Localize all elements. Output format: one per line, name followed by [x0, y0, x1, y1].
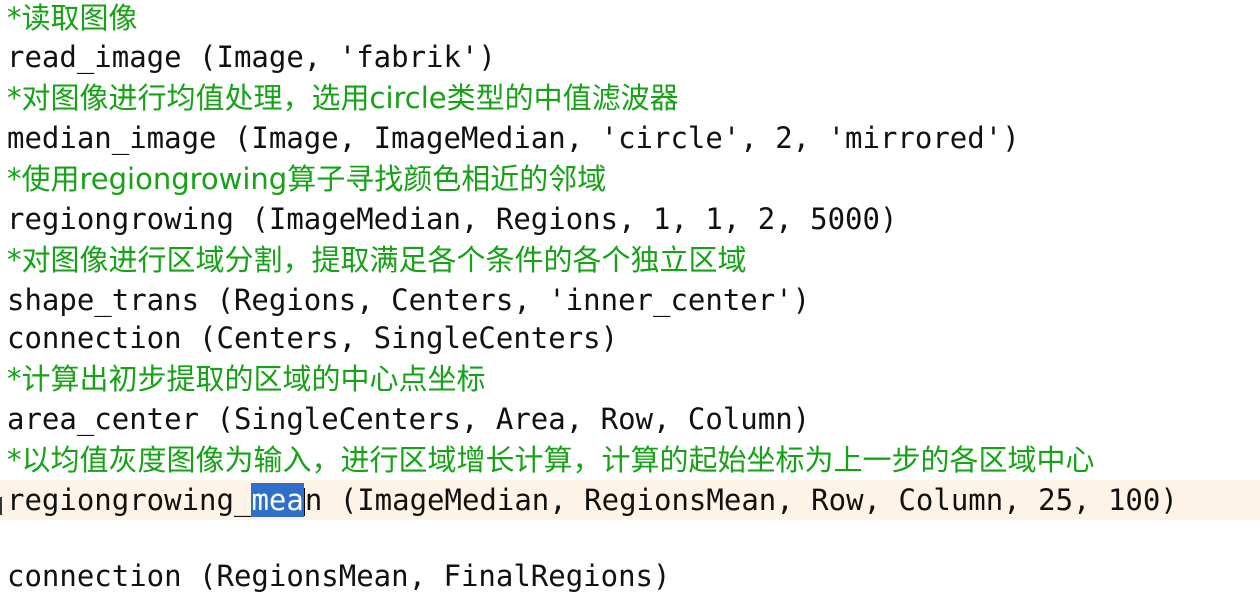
code-line[interactable]: area_center (SingleCenters, Area, Row, C… — [0, 399, 1260, 439]
code-line[interactable]: connection (RegionsMean, FinalRegions) — [0, 556, 1260, 596]
code-editor[interactable]: *读取图像 read_image (Image, 'fabrik') *对图像进… — [0, 0, 1260, 596]
current-code-line[interactable]: regiongrowing_mean (ImageMedian, Regions… — [0, 480, 1260, 520]
code-line[interactable]: regiongrowing (ImageMedian, Regions, 1, … — [0, 199, 1260, 239]
line-marker — [0, 497, 2, 515]
code-line-comment[interactable]: *计算出初步提取的区域的中心点坐标 — [0, 359, 1260, 399]
code-line-comment[interactable]: *对图像进行均值处理，选用circle类型的中值滤波器 — [0, 78, 1260, 118]
code-line[interactable]: read_image (Image, 'fabrik') — [0, 37, 1260, 77]
code-line-comment[interactable]: *读取图像 — [0, 0, 1260, 38]
code-line-comment[interactable]: *使用regiongrowing算子寻找颜色相近的邻域 — [0, 159, 1260, 199]
code-line[interactable]: median_image (Image, ImageMedian, 'circl… — [0, 118, 1260, 158]
code-line[interactable]: connection (Centers, SingleCenters) — [0, 318, 1260, 358]
code-line-comment[interactable]: *以均值灰度图像为输入，进行区域增长计算，计算的起始坐标为上一步的各区域中心 — [0, 440, 1260, 480]
empty-code-line[interactable] — [0, 518, 1260, 558]
code-line-comment[interactable]: *对图像进行区域分割，提取满足各个条件的各个独立区域 — [0, 240, 1260, 280]
text-selection[interactable]: mea — [251, 483, 304, 517]
code-text-before-selection: regiongrowing_ — [7, 483, 252, 517]
code-text-after-selection: n (ImageMedian, RegionsMean, Row, Column… — [304, 483, 1178, 517]
code-line[interactable]: shape_trans (Regions, Centers, 'inner_ce… — [0, 280, 1260, 320]
